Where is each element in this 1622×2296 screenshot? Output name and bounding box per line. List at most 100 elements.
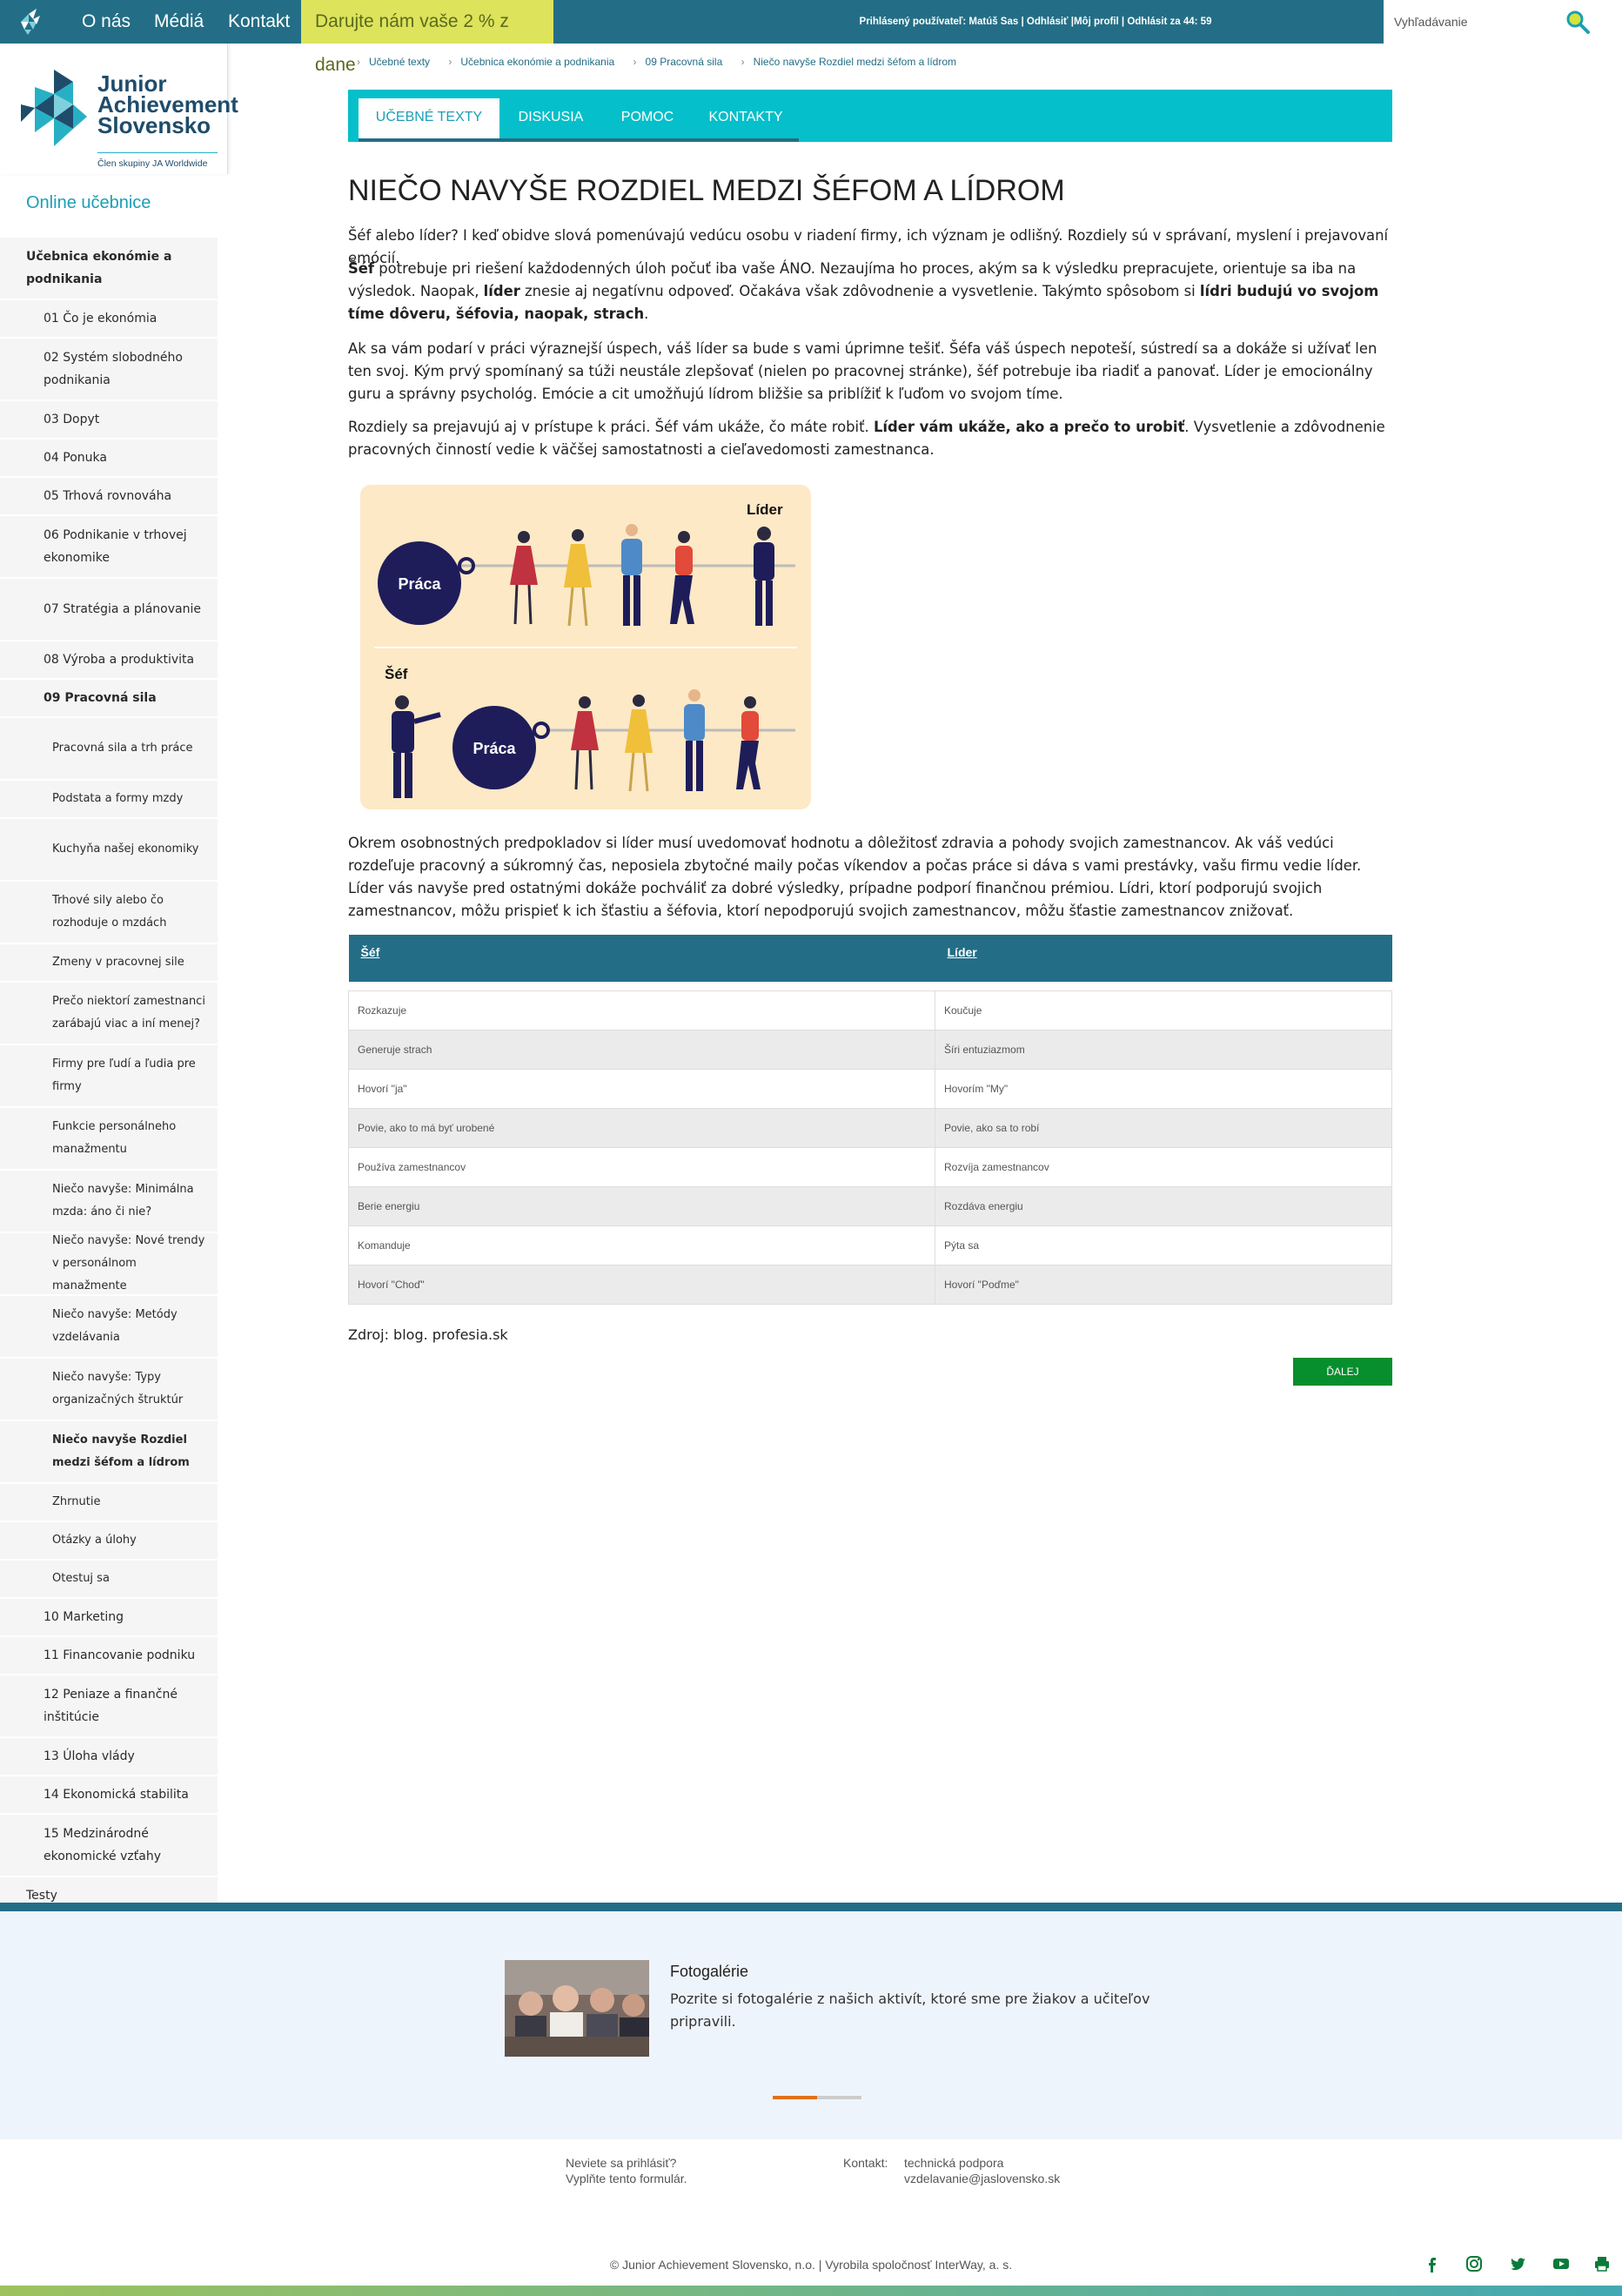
sidebar-item-label: Niečo navyše: Typy organizačných štruktú…	[52, 1371, 184, 1406]
bold-boss: Šéf	[348, 260, 375, 277]
sidebar-item[interactable]: Trhové sily alebo čo rozhoduje o mzdách	[0, 882, 218, 944]
sidebar-item-label: 13 Úloha vlády	[44, 1749, 135, 1763]
nav-about[interactable]: O nás	[82, 0, 131, 44]
tab-discussion[interactable]: DISKUSIA	[499, 98, 602, 142]
sidebar-item[interactable]: 04 Ponuka	[0, 440, 218, 478]
sidebar-title[interactable]: Online učebnice	[26, 193, 151, 213]
search-icon[interactable]	[1565, 9, 1591, 35]
user-info[interactable]: Prihlásený používateľ: Matúš Sas | Odhlá…	[722, 0, 1349, 44]
gallery-slider[interactable]	[773, 2096, 861, 2099]
sidebar-item[interactable]: 02 Systém slobodného podnikania	[0, 339, 218, 401]
sidebar-item[interactable]: 05 Trhová rovnováha	[0, 478, 218, 516]
sidebar-item[interactable]: 11 Financovanie podniku	[0, 1637, 218, 1675]
table-header-row: Šéf Líder	[348, 935, 1392, 982]
table-row: Berie energiu Rozdáva energiu	[348, 1185, 1392, 1226]
next-button[interactable]: ĎALEJ	[1293, 1358, 1392, 1386]
sidebar-item[interactable]: Pracovná sila a trh práce	[0, 718, 218, 781]
sidebar-item-label: 02 Systém slobodného podnikania	[44, 351, 183, 387]
login-help-link[interactable]: Vyplňte tento formulár.	[566, 2171, 687, 2186]
sidebar-item[interactable]: 07 Stratégia a plánovanie	[0, 579, 218, 641]
boss-cell: Generuje strach	[348, 1029, 935, 1070]
print-icon[interactable]	[1592, 2254, 1612, 2273]
sidebar-item-label: Kuchyňa našej ekonomiky	[52, 843, 199, 856]
boss-cell: Povie, ako to má byť urobené	[348, 1107, 935, 1148]
sidebar-item[interactable]: Niečo navyše: Typy organizačných štruktú…	[0, 1359, 218, 1421]
sidebar-item-label: 03 Dopyt	[44, 413, 100, 426]
column-header-leader[interactable]: Líder	[935, 935, 1392, 982]
sidebar-item[interactable]: Prečo niektorí zamestnanci zarábajú viac…	[0, 983, 218, 1045]
tab-help[interactable]: POMOC	[602, 98, 693, 142]
instagram-icon[interactable]	[1464, 2254, 1484, 2273]
ja-logo-icon[interactable]	[12, 5, 45, 38]
text-span: .	[644, 305, 649, 322]
sidebar-nav: Učebnica ekonómie a podnikania 01 Čo je e…	[0, 238, 218, 1916]
sidebar-item-label: Pracovná sila a trh práce	[52, 742, 193, 755]
gallery-title[interactable]: Fotogalérie	[670, 1963, 748, 1981]
tab-contacts[interactable]: KONTAKTY	[693, 98, 799, 142]
contact-email-link[interactable]: vzdelavanie@jaslovensko.sk	[904, 2171, 1060, 2186]
breadcrumb-item[interactable]: Učebnica ekonómie a podnikania	[448, 56, 614, 68]
sidebar-item[interactable]: 06 Podnikanie v trhovej ekonomike	[0, 516, 218, 579]
worker-3-figure	[621, 524, 642, 626]
breadcrumb-item[interactable]: Niečo navyše Rozdiel medzi šéfom a lídro…	[741, 56, 956, 68]
nav-media[interactable]: Médiá	[154, 0, 204, 44]
comparison-table: Šéf Líder Rozkazuje Koučuje Generuje strac…	[348, 935, 1392, 1305]
sidebar-item[interactable]: Niečo navyše: Metódy vzdelávania	[0, 1296, 218, 1359]
sidebar-item-label: 09 Pracovná sila	[44, 691, 157, 705]
sidebar-item-label: Zmeny v pracovnej sile	[52, 956, 184, 969]
sidebar-item[interactable]: Otestuj sa	[0, 1561, 218, 1599]
source-note: Zdroj: blog. profesia.sk	[348, 1326, 508, 1343]
nav-contact[interactable]: Kontakt	[228, 0, 290, 44]
boss-figure	[392, 695, 441, 798]
sidebar-item[interactable]: Niečo navyše: Minimálna mzda: áno či nie…	[0, 1171, 218, 1233]
ja-logo-mark-icon[interactable]	[21, 70, 87, 148]
logo-divider	[97, 152, 218, 153]
article-paragraph-2: Šéf potrebuje pri riešení každodenných ú…	[348, 258, 1392, 326]
sidebar-item[interactable]: 12 Peniaze a finančné inštitúcie	[0, 1675, 218, 1738]
sidebar-item[interactable]: Otázky a úlohy	[0, 1522, 218, 1561]
sidebar-item-label: 04 Ponuka	[44, 451, 107, 465]
search-input[interactable]	[1394, 11, 1559, 32]
sidebar-item[interactable]: 10 Marketing	[0, 1599, 218, 1637]
sidebar-item[interactable]: Niečo navyše: Nové trendy v personálnom …	[0, 1233, 218, 1296]
work-label-bottom: Práca	[473, 740, 516, 757]
sidebar-item-label: Niečo navyše: Nové trendy v personálnom …	[52, 1234, 205, 1292]
sidebar-item[interactable]: Firmy pre ľudí a ľudia pre firmy	[0, 1045, 218, 1108]
gallery-photo[interactable]	[505, 1960, 649, 2057]
breadcrumb: Učebné texty Učebnica ekonómie a podnika…	[357, 56, 972, 68]
sidebar-item[interactable]: Zhrnutie	[0, 1484, 218, 1522]
column-header-boss[interactable]: Šéf	[348, 935, 935, 982]
facebook-icon[interactable]	[1422, 2254, 1441, 2273]
breadcrumb-item[interactable]: 09 Pracovná sila	[633, 56, 723, 68]
breadcrumb-item[interactable]: Učebné texty	[357, 56, 430, 68]
sidebar-item[interactable]: Niečo navyše Rozdiel medzi šéfom a lídro…	[0, 1421, 218, 1484]
sidebar-item-label: Podstata a formy mzdy	[52, 792, 184, 805]
sidebar-item[interactable]: 14 Ekonomická stabilita	[0, 1776, 218, 1815]
sidebar-item[interactable]: 13 Úloha vlády	[0, 1738, 218, 1776]
sidebar-item[interactable]: 15 Medzinárodné ekonomické vzťahy	[0, 1815, 218, 1877]
text-span: znesie aj negatívnu odpoveď. Očakáva vša…	[519, 283, 1200, 299]
sidebar-item[interactable]: 01 Čo je ekonómia	[0, 300, 218, 339]
leader-cell: Šíri entuziazmom	[935, 1029, 1392, 1070]
twitter-icon[interactable]	[1508, 2254, 1527, 2273]
sidebar-item-label: Niečo navyše: Metódy vzdelávania	[52, 1308, 178, 1344]
copyright: © Junior Achievement Slovensko, n.o. | V…	[609, 2258, 1013, 2272]
sidebar-item[interactable]: 09 Pracovná sila	[0, 680, 218, 718]
worker-2-figure	[564, 529, 592, 627]
table-row: Rozkazuje Koučuje	[348, 990, 1392, 1031]
tab-textbooks[interactable]: UČEBNÉ TEXTY	[359, 98, 499, 142]
sidebar-item[interactable]: Funkcie personálneho manažmentu	[0, 1108, 218, 1171]
sidebar-item[interactable]: Podstata a formy mzdy	[0, 781, 218, 819]
sidebar-item-label: Otázky a úlohy	[52, 1534, 137, 1547]
sidebar-item[interactable]: 03 Dopyt	[0, 401, 218, 440]
donate-banner[interactable]: Darujte nám vaše 2 % z dane	[301, 0, 553, 75]
top-bar: O nás Médiá Kontakt Darujte nám vaše 2 %…	[0, 0, 1622, 75]
boss-cell: Komanduje	[348, 1225, 935, 1265]
logo-wordmark[interactable]: Junior Achievement Slovensko	[97, 72, 238, 137]
sidebar-item[interactable]: Zmeny v pracovnej sile	[0, 944, 218, 983]
sidebar-item[interactable]: 08 Výroba a produktivita	[0, 641, 218, 680]
sidebar-item[interactable]: Učebnica ekonómie a podnikania	[0, 238, 218, 300]
sidebar-item[interactable]: Kuchyňa našej ekonomiky	[0, 819, 218, 882]
youtube-icon[interactable]	[1552, 2254, 1571, 2273]
leader-cell: Hovorím "My"	[935, 1068, 1392, 1109]
